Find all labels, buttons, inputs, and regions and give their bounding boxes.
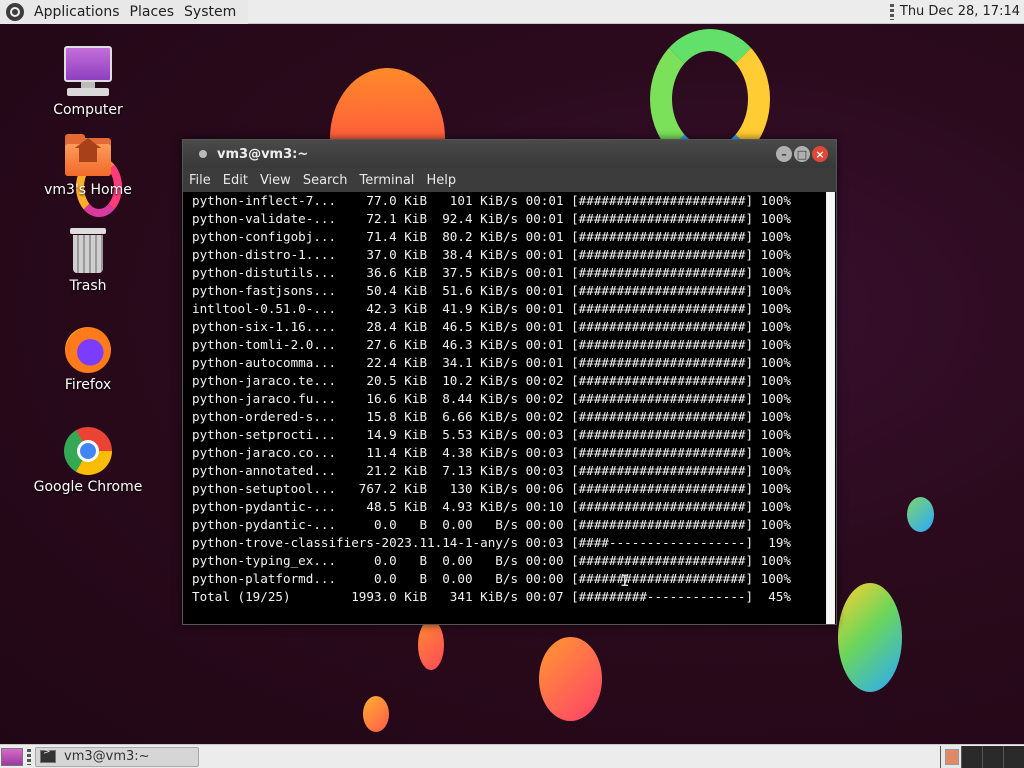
taskbar-item-terminal[interactable]: vm3@vm3:~	[35, 746, 199, 767]
wallpaper-shape	[838, 583, 902, 692]
maximize-button[interactable]: □	[794, 146, 810, 162]
terminal-line: python-inflect-7... 77.0 KiB 101 KiB/s 0…	[192, 193, 791, 208]
menu-view[interactable]: View	[254, 173, 297, 188]
desktop-icon-label: Trash	[69, 278, 107, 294]
window-titlebar[interactable]: vm3@vm3:~ – □ ×	[183, 140, 836, 168]
terminal-line: python-distro-1.... 37.0 KiB 38.4 KiB/s …	[192, 247, 791, 262]
terminal-menubar: File Edit View Search Terminal Help	[183, 168, 836, 192]
terminal-line: python-setuptool... 767.2 KiB 130 KiB/s …	[192, 481, 791, 496]
panel-handle-icon[interactable]	[889, 3, 894, 20]
terminal-line: python-fastjsons... 50.4 KiB 51.6 KiB/s …	[192, 283, 791, 298]
terminal-line: python-jaraco.te... 20.5 KiB 10.2 KiB/s …	[192, 373, 791, 388]
terminal-line: python-distutils... 36.6 KiB 37.5 KiB/s …	[192, 265, 791, 280]
terminal-scrollbar[interactable]	[826, 192, 835, 624]
top-panel: Applications Places System Thu Dec 28, 1…	[0, 0, 1024, 24]
terminal-line: python-tomli-2.0... 27.6 KiB 46.3 KiB/s …	[192, 337, 791, 352]
terminal-line: python-autocomma... 22.4 KiB 34.1 KiB/s …	[192, 355, 791, 370]
computer-icon	[63, 46, 113, 98]
terminal-window: vm3@vm3:~ – □ × File Edit View Search Te…	[182, 139, 837, 625]
applications-menu[interactable]: Applications	[30, 4, 124, 20]
terminal-line: python-platformd... 0.0 B 0.00 B/s 00:00…	[192, 571, 791, 586]
close-button[interactable]: ×	[812, 146, 828, 162]
desktop-icon-home[interactable]: vm3's Home	[33, 134, 143, 198]
distro-logo-icon[interactable]	[6, 2, 24, 21]
desktop-icon-label: Computer	[53, 102, 123, 118]
terminal-line: python-pydantic-... 0.0 B 0.00 B/s 00:00…	[192, 517, 791, 532]
menu-edit[interactable]: Edit	[217, 173, 254, 188]
clock-area: Thu Dec 28, 17:14	[889, 0, 1024, 24]
text-cursor-icon: I	[620, 571, 630, 590]
show-desktop-button[interactable]	[1, 747, 23, 766]
terminal-line: python-ordered-s... 15.8 KiB 6.66 KiB/s …	[192, 409, 791, 424]
clock[interactable]: Thu Dec 28, 17:14	[900, 4, 1020, 19]
terminal-line: python-configobj... 71.4 KiB 80.2 KiB/s …	[192, 229, 791, 244]
desktop-icon-label: Google Chrome	[33, 479, 143, 495]
terminal-line: python-setprocti... 14.9 KiB 5.53 KiB/s …	[192, 427, 791, 442]
desktop-icon-label: Firefox	[64, 377, 112, 393]
window-menu-icon[interactable]	[199, 150, 207, 158]
wallpaper-shape	[418, 620, 444, 670]
terminal-line: python-validate-... 72.1 KiB 92.4 KiB/s …	[192, 211, 791, 226]
terminal-line: Total (19/25) 1993.0 KiB 341 KiB/s 00:07…	[192, 589, 791, 604]
wallpaper-shape	[539, 637, 602, 721]
workspace-switcher	[940, 745, 1024, 768]
home-folder-icon	[65, 134, 111, 178]
chrome-icon	[64, 427, 112, 475]
window-title: vm3@vm3:~	[217, 146, 309, 162]
workspace-2[interactable]	[961, 745, 982, 768]
scrollbar-thumb[interactable]	[827, 192, 834, 624]
trash-icon	[70, 228, 106, 274]
terminal-icon	[40, 747, 56, 763]
firefox-icon	[65, 327, 111, 373]
desktop-icon-firefox[interactable]: Firefox	[33, 327, 143, 393]
terminal-line: intltool-0.51.0-... 42.3 KiB 41.9 KiB/s …	[192, 301, 791, 316]
terminal-line: python-jaraco.co... 11.4 KiB 4.38 KiB/s …	[192, 445, 791, 460]
window-controls: – □ ×	[776, 146, 828, 162]
terminal-line: python-trove-classifiers-2023.11.14-1-an…	[192, 535, 791, 550]
terminal-line: python-annotated... 21.2 KiB 7.13 KiB/s …	[192, 463, 791, 478]
menu-help[interactable]: Help	[420, 173, 462, 188]
wallpaper-shape	[907, 497, 934, 532]
workspace-1[interactable]	[940, 745, 961, 768]
menu-file[interactable]: File	[183, 173, 217, 188]
desktop-icon-trash[interactable]: Trash	[33, 228, 143, 294]
desktop-icon-chrome[interactable]: Google Chrome	[33, 427, 143, 495]
workspace-4[interactable]	[1003, 745, 1024, 768]
menu-search[interactable]: Search	[297, 173, 354, 188]
wallpaper-shape	[363, 696, 389, 732]
minimize-button[interactable]: –	[776, 146, 792, 162]
menu-terminal[interactable]: Terminal	[353, 173, 420, 188]
terminal-line: python-pydantic-... 48.5 KiB 4.93 KiB/s …	[192, 499, 791, 514]
main-menu-bar: Applications Places System	[0, 0, 249, 24]
taskbar-item-label: vm3@vm3:~	[64, 749, 150, 764]
terminal-output[interactable]: python-inflect-7... 77.0 KiB 101 KiB/s 0…	[183, 192, 826, 624]
desktop-icon-label: vm3's Home	[44, 182, 132, 198]
desktop-icon-computer[interactable]: Computer	[33, 46, 143, 118]
terminal-line: python-jaraco.fu... 16.6 KiB 8.44 KiB/s …	[192, 391, 791, 406]
places-menu[interactable]: Places	[126, 4, 179, 20]
terminal-line: python-typing_ex... 0.0 B 0.00 B/s 00:00…	[192, 553, 791, 568]
workspace-3[interactable]	[982, 745, 1003, 768]
panel-handle-icon[interactable]	[27, 748, 31, 765]
system-menu[interactable]: System	[180, 4, 240, 20]
terminal-line: python-six-1.16.... 28.4 KiB 46.5 KiB/s …	[192, 319, 791, 334]
bottom-panel: vm3@vm3:~	[0, 744, 1024, 768]
